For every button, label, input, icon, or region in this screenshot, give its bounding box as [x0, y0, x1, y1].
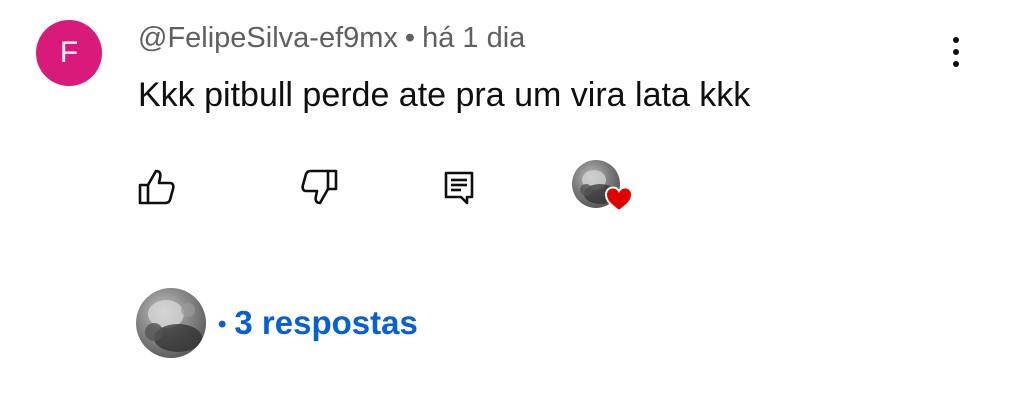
- more-options-button[interactable]: [940, 30, 972, 74]
- thumb-up-icon: [138, 169, 175, 205]
- comment-icon: [444, 171, 474, 205]
- reply-button[interactable]: [436, 164, 482, 210]
- author-handle[interactable]: @FelipeSilva-ef9mx: [138, 22, 398, 54]
- reply-author-avatar: [136, 288, 206, 358]
- view-replies-button[interactable]: • 3 respostas: [136, 288, 418, 358]
- more-dot: [953, 61, 959, 67]
- like-button[interactable]: [134, 164, 180, 210]
- creator-heart-badge[interactable]: [572, 160, 638, 216]
- replies-count-label: 3 respostas: [234, 304, 418, 341]
- dislike-button[interactable]: [296, 164, 342, 210]
- comment-timestamp[interactable]: há 1 dia: [422, 22, 525, 54]
- replies-link[interactable]: • 3 respostas: [218, 304, 418, 342]
- meta-separator: •: [404, 22, 416, 54]
- comment-meta: @FelipeSilva-ef9mx • há 1 dia: [138, 22, 525, 55]
- comment-text: Kkk pitbull perde ate pra um vira lata k…: [138, 76, 751, 114]
- reply-avatar-image: [145, 300, 202, 352]
- heart-icon: [604, 186, 634, 213]
- replies-bullet: •: [218, 311, 227, 339]
- avatar-letter: F: [59, 36, 79, 69]
- thumb-down-icon: [301, 169, 338, 205]
- more-dot: [953, 49, 959, 55]
- author-avatar[interactable]: F: [36, 20, 102, 86]
- more-vertical-icon: [953, 37, 959, 43]
